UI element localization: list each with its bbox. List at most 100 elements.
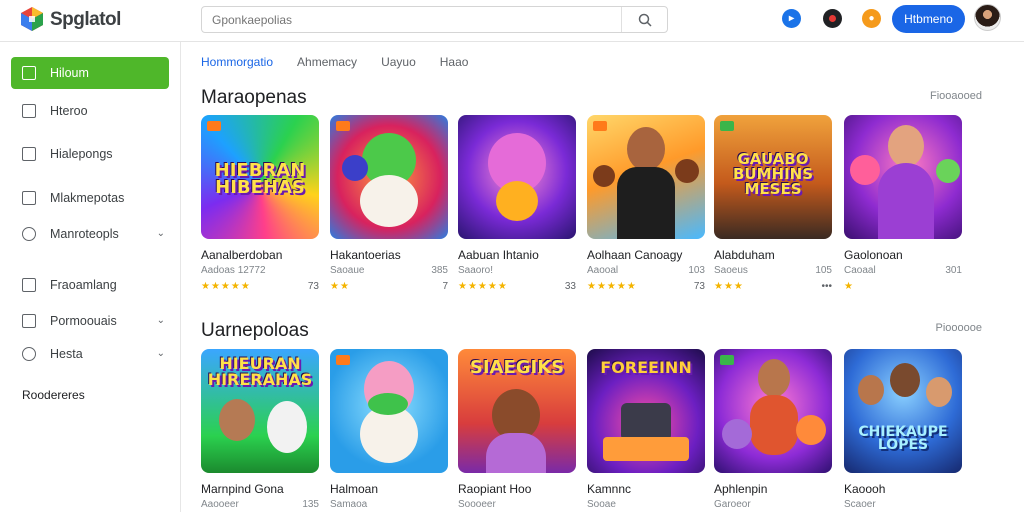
game-thumbnail[interactable]: GAUABO BUMHINS MESES [714, 115, 832, 239]
record-icon[interactable] [823, 9, 842, 28]
game-thumbnail[interactable]: SIAEGIKS [458, 349, 576, 473]
sign-in-button[interactable]: Htbmeno [892, 5, 965, 33]
game-rating: ★★★★★ 73 [587, 281, 705, 292]
game-title[interactable]: Aolhaan Canoagy [587, 248, 705, 262]
rating-count: 33 [564, 281, 576, 292]
game-card[interactable]: FOREEINN Kamnnc Sooae [587, 349, 705, 510]
star-rating-icon: ★★★★★ [587, 281, 637, 292]
game-card[interactable]: Aolhaan Canoagy Aaooal 103 ★★★★★ 73 [587, 115, 705, 292]
game-thumbnail[interactable]: HIEURAN HIRERAHAS [201, 349, 319, 473]
square-icon [22, 147, 36, 161]
see-more-link[interactable]: Fiooaooed [930, 90, 982, 102]
game-developer: Aadoas 12772 [201, 265, 319, 276]
game-title[interactable]: Aanalberdoban [201, 248, 319, 262]
game-card[interactable]: Aabuan Ihtanio Saaoro! ★★★★★ 33 [458, 115, 576, 292]
game-card[interactable]: HIEURAN HIRERAHAS Marnpind Gona Aaooeer 1… [201, 349, 319, 510]
sidebar-item-label: Pormoouais [50, 314, 117, 328]
game-developer: Aaooal 103 [587, 265, 705, 276]
tab-4[interactable]: Haao [440, 55, 469, 69]
coin-icon[interactable]: ● [862, 9, 881, 28]
game-developer: Caoaal 301 [844, 265, 962, 276]
game-developer: Saoeus 105 [714, 265, 832, 276]
tab-1[interactable]: Hommorgatio [201, 55, 273, 69]
tab-2[interactable]: Ahmemacy [297, 55, 357, 69]
game-card[interactable]: Hakantoerias Saoaue 385 ★★ 7 [330, 115, 448, 292]
game-title[interactable]: Aabuan Ihtanio [458, 248, 576, 262]
avatar[interactable] [974, 4, 1001, 31]
game-title[interactable]: Marnpind Gona [201, 482, 319, 496]
tab-3[interactable]: Uayuo [381, 55, 416, 69]
chevron-down-icon: ⌄ [156, 348, 165, 359]
sidebar-item-5[interactable]: Manroteopls ⌄ [11, 218, 169, 250]
character-art [267, 401, 307, 453]
game-card[interactable]: Aphlenpin Garoeor [714, 349, 832, 510]
game-art-title: SIAEGIKS [469, 356, 565, 378]
search-box[interactable] [201, 6, 668, 33]
play-icon[interactable]: ▸ [782, 9, 801, 28]
game-title[interactable]: Raopiant Hoo [458, 482, 576, 496]
game-title[interactable]: Gaolonoan [844, 248, 962, 262]
app-logo-icon[interactable] [20, 6, 44, 32]
game-thumbnail[interactable]: HIEBRAN HIBEHAS [201, 115, 319, 239]
game-thumbnail[interactable]: FOREEINN [587, 349, 705, 473]
game-art-title: HIEURAN HIRERAHAS [207, 354, 313, 390]
sidebar-item-3[interactable]: Hialepongs [11, 138, 169, 170]
game-meta: 385 [431, 265, 448, 276]
game-title[interactable]: Aphlenpin [714, 482, 832, 496]
game-thumbnail[interactable] [844, 115, 962, 239]
shield-icon [22, 227, 36, 241]
game-thumbnail[interactable] [458, 115, 576, 239]
game-card[interactable]: SIAEGIKS Raopiant Hoo Soooeer [458, 349, 576, 510]
folder-icon [22, 278, 36, 292]
clock-icon [22, 347, 36, 361]
game-card[interactable]: CHIEKAUPE LOPES Kaoooh Scaoer [844, 349, 962, 510]
game-title[interactable]: Hakantoerias [330, 248, 448, 262]
search-icon [638, 13, 652, 27]
game-title[interactable]: Kamnnc [587, 482, 705, 496]
sidebar-item-4[interactable]: Mlakmepotas [11, 182, 169, 214]
search-input[interactable] [212, 11, 612, 29]
developer-name: Garoeor [714, 499, 751, 510]
game-title[interactable]: Halmoan [330, 482, 448, 496]
brand-name[interactable]: Spglatol [50, 9, 121, 31]
sidebar-item-7[interactable]: Pormoouais ⌄ [11, 305, 169, 337]
sidebar-item-6[interactable]: Fraoamlang [11, 269, 169, 301]
sidebar-item-home[interactable]: Hiloum [11, 57, 169, 89]
game-thumbnail[interactable] [714, 349, 832, 473]
game-meta: 103 [688, 265, 705, 276]
game-rating: ★★★★★ 73 [201, 281, 319, 292]
game-rating: ★★★★★ 33 [458, 281, 576, 292]
game-thumbnail[interactable] [330, 349, 448, 473]
game-card[interactable]: HIEBRAN HIBEHAS Aanalberdoban Aadoas 127… [201, 115, 319, 292]
search-button[interactable] [621, 7, 667, 32]
game-meta: 105 [815, 265, 832, 276]
game-thumbnail[interactable] [330, 115, 448, 239]
new-badge [207, 121, 221, 131]
character-art [926, 377, 952, 407]
character-art [368, 393, 408, 415]
sidebar-item-2[interactable]: Hteroo [11, 95, 169, 127]
sidebar-item-8[interactable]: Hesta ⌄ [11, 338, 169, 370]
chevron-down-icon: ⌄ [156, 315, 165, 326]
character-art [796, 415, 826, 445]
star-rating-icon: ★★ [330, 281, 350, 292]
game-art-title: FOREEINN [600, 357, 692, 377]
game-thumbnail[interactable]: CHIEKAUPE LOPES [844, 349, 962, 473]
see-more-link[interactable]: Pioooooe [936, 322, 983, 334]
game-title[interactable]: Kaoooh [844, 482, 962, 496]
game-meta: 135 [302, 499, 319, 510]
star-rating-icon: ★★★★★ [458, 281, 508, 292]
main-content: Hommorgatio Ahmemacy Uayuo Haao Maraopen… [182, 42, 1024, 512]
character-art [850, 155, 880, 185]
character-art [486, 433, 546, 473]
game-card[interactable]: Gaolonoan Caoaal 301 ★ [844, 115, 962, 292]
game-card[interactable]: GAUABO BUMHINS MESES Alabduham Saoeus 105… [714, 115, 832, 292]
developer-name: Saoeus [714, 265, 748, 276]
character-art [621, 403, 671, 441]
new-badge [720, 121, 734, 131]
game-card[interactable]: Halmoan Samaoa [330, 349, 448, 510]
character-art [858, 375, 884, 405]
game-thumbnail[interactable] [587, 115, 705, 239]
new-badge [336, 121, 350, 131]
game-title[interactable]: Alabduham [714, 248, 832, 262]
